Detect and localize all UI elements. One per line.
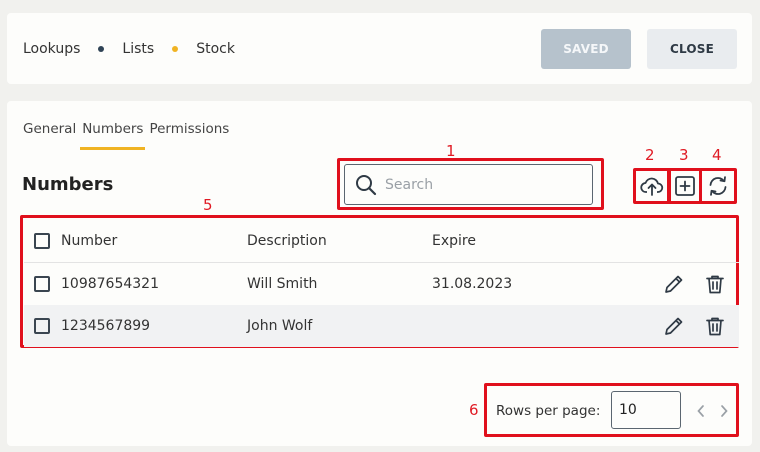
search-input[interactable]: [385, 176, 575, 193]
chevron-left-icon: [697, 405, 704, 417]
annotation-label-5: 5: [203, 196, 213, 214]
breadcrumb-lists[interactable]: Lists: [122, 41, 154, 57]
annotation-label-6: 6: [469, 401, 479, 419]
annotation-label-3: 3: [679, 146, 689, 164]
pencil-icon: [665, 317, 683, 335]
cell-description: John Wolf: [247, 318, 313, 334]
header-bar: Lookups Lists Stock SAVED CLOSE: [7, 13, 752, 84]
column-header-number[interactable]: Number: [61, 233, 117, 249]
breadcrumb-stock: Stock: [196, 40, 235, 57]
upload-button[interactable]: [638, 172, 666, 200]
tab-numbers[interactable]: Numbers: [80, 121, 146, 150]
row-checkbox[interactable]: [34, 318, 50, 334]
saved-button[interactable]: SAVED: [541, 29, 631, 69]
cell-number: 1234567899: [61, 318, 151, 334]
delete-button[interactable]: [704, 315, 726, 337]
pencil-icon: [665, 275, 683, 293]
add-button[interactable]: [671, 172, 699, 200]
next-page-button[interactable]: [716, 401, 732, 421]
chevron-right-icon: [721, 405, 728, 417]
row-checkbox[interactable]: [34, 276, 50, 292]
prev-page-button[interactable]: [693, 401, 709, 421]
page-title: Numbers: [22, 174, 114, 195]
numbers-table: Number Description Expire 10987654321 Wi…: [24, 220, 739, 347]
column-header-expire[interactable]: Expire: [432, 233, 476, 249]
cell-number: 10987654321: [61, 276, 159, 292]
breadcrumb: Lookups Lists Stock: [23, 13, 235, 84]
breadcrumb-separator: [172, 45, 179, 52]
table-row[interactable]: 10987654321 Will Smith 31.08.2023: [24, 263, 739, 305]
trash-icon: [706, 317, 724, 336]
refresh-icon: [709, 176, 727, 196]
edit-button[interactable]: [663, 273, 685, 295]
column-header-description[interactable]: Description: [247, 233, 327, 249]
cell-description: Will Smith: [247, 276, 318, 292]
close-button[interactable]: CLOSE: [647, 29, 737, 69]
search-icon: [356, 174, 377, 195]
tab-bar: General Numbers Permissions: [23, 121, 235, 150]
breadcrumb-separator: [98, 45, 105, 52]
search-box[interactable]: [344, 164, 593, 205]
refresh-button[interactable]: [704, 172, 732, 200]
select-all-checkbox[interactable]: [34, 233, 50, 249]
cell-expire: 31.08.2023: [432, 276, 513, 292]
tab-general[interactable]: General: [23, 121, 76, 145]
upload-cloud-icon: [640, 177, 664, 196]
rows-per-page-select[interactable]: 10: [611, 391, 681, 429]
trash-icon: [706, 275, 724, 294]
tab-permissions[interactable]: Permissions: [149, 121, 229, 145]
delete-button[interactable]: [704, 273, 726, 295]
annotation-label-2: 2: [645, 146, 655, 164]
annotation-label-4: 4: [712, 146, 722, 164]
rows-per-page-label: Rows per page:: [496, 403, 601, 419]
edit-button[interactable]: [663, 315, 685, 337]
breadcrumb-lookups[interactable]: Lookups: [23, 41, 80, 57]
add-square-icon: [675, 176, 695, 196]
table-header-row: Number Description Expire: [24, 220, 739, 263]
main-panel: General Numbers Permissions Numbers 1 2 …: [7, 101, 752, 446]
table-row[interactable]: 1234567899 John Wolf: [24, 305, 739, 347]
